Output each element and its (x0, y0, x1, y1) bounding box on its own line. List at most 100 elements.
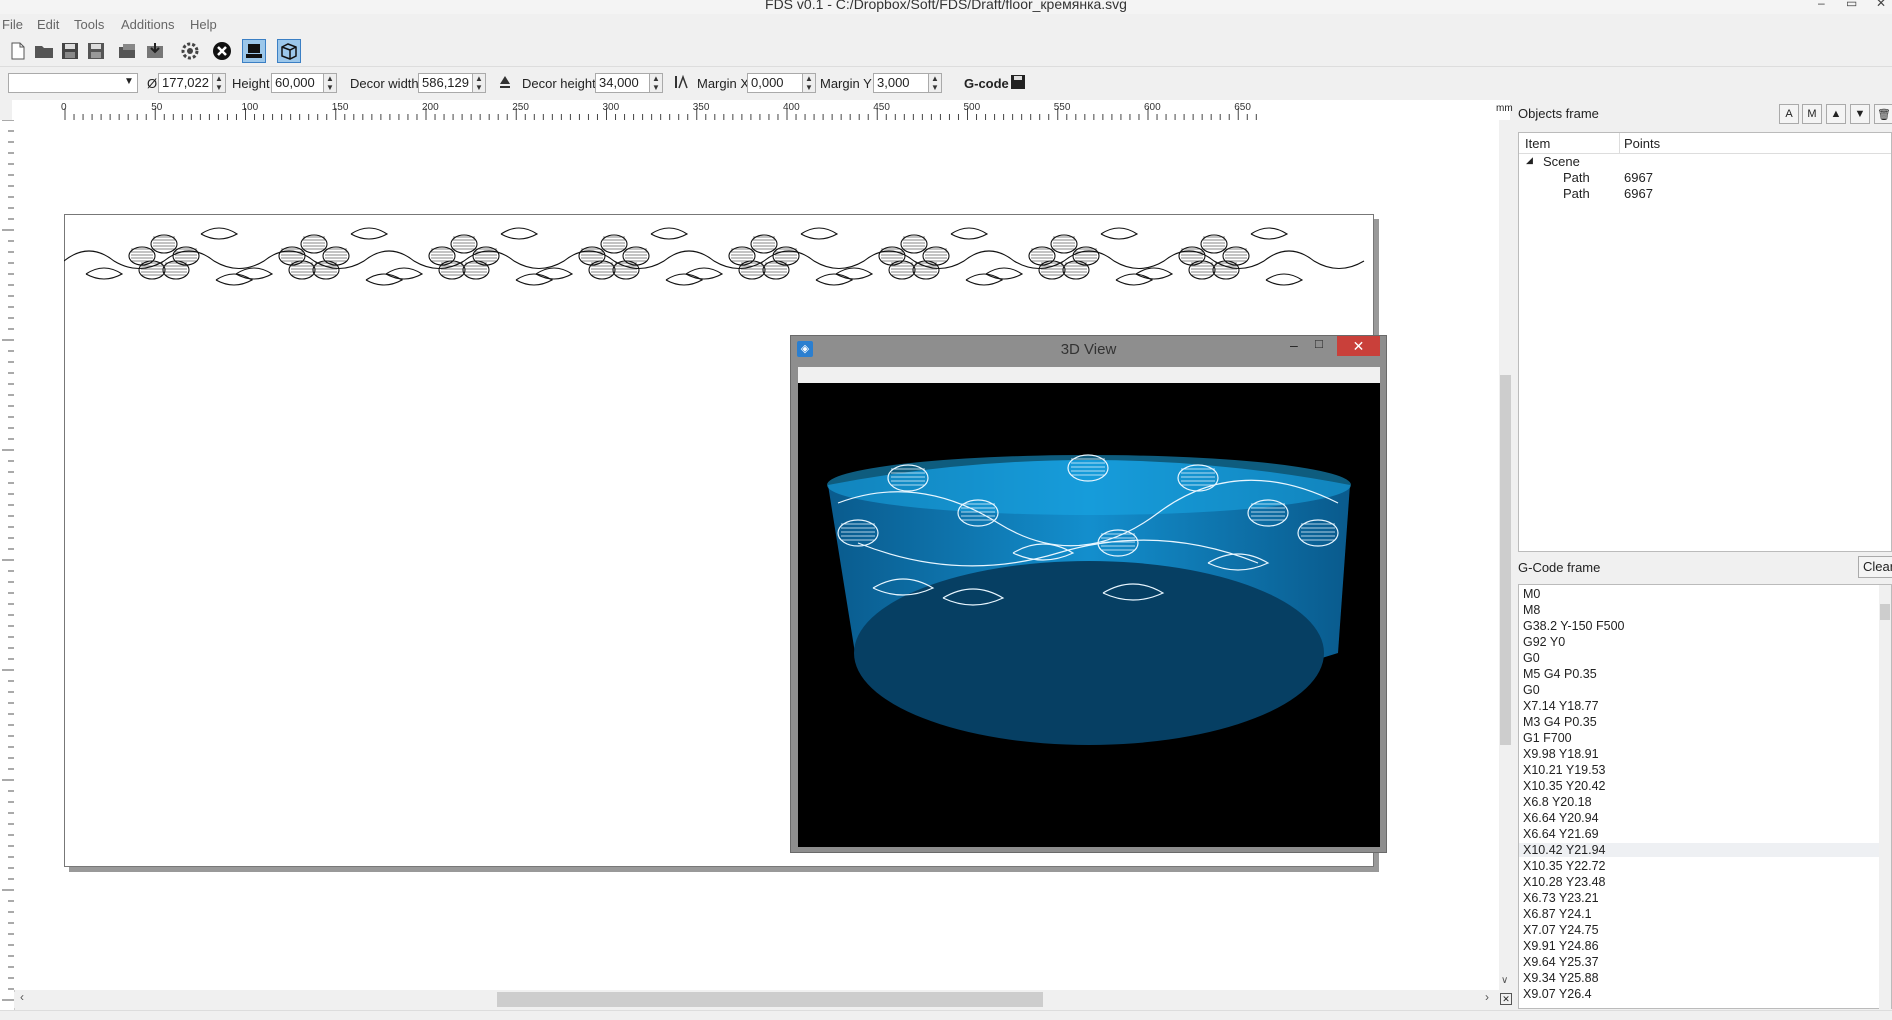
ruler-tick-label: 650 (1234, 102, 1251, 113)
margin-y-spinner[interactable]: ▲ ▼ (928, 73, 942, 93)
gcode-line[interactable]: X6.64 Y20.94 (1523, 811, 1599, 825)
stop-icon[interactable] (210, 39, 234, 63)
menu-additions[interactable]: Additions (121, 17, 174, 32)
gcode-button[interactable]: G-code (964, 76, 1009, 91)
gcode-line[interactable]: G0 (1523, 651, 1540, 665)
machine-view-icon[interactable] (242, 39, 266, 63)
menu-help[interactable]: Help (190, 17, 217, 32)
move-up-button[interactable]: ▲ (1826, 104, 1846, 124)
menu-edit[interactable]: Edit (37, 17, 59, 32)
gcode-line[interactable]: X6.73 Y23.21 (1523, 891, 1599, 905)
window-title: FDS v0.1 - C:/Dropbox/Soft/FDS/Draft/flo… (765, 0, 1127, 12)
ruler-tick-label: 500 (963, 102, 981, 113)
decor-ornament[interactable] (63, 216, 1372, 296)
decor-width-input[interactable]: 586,129 (418, 73, 473, 93)
decor-height-label: Decor height (522, 76, 596, 91)
ruler-tick-label: 550 (1053, 102, 1071, 113)
menu-tools[interactable]: Tools (74, 17, 104, 32)
gcode-line[interactable]: X9.91 Y24.86 (1523, 939, 1599, 953)
gcode-line[interactable]: X7.07 Y24.75 (1523, 923, 1599, 937)
new-file-icon[interactable] (6, 39, 30, 63)
height-spinner[interactable]: ▲ ▼ (323, 73, 337, 93)
3d-maximize-button[interactable]: □ (1315, 336, 1323, 351)
margin-x-spinner[interactable]: ▲ ▼ (802, 73, 816, 93)
column-divider (1619, 133, 1620, 153)
gcode-line[interactable]: X6.64 Y21.69 (1523, 827, 1599, 841)
gcode-line[interactable]: X10.35 Y22.72 (1523, 859, 1605, 873)
tree-scene[interactable]: Scene (1543, 154, 1580, 169)
gcode-line[interactable]: X6.8 Y20.18 (1523, 795, 1592, 809)
column-points[interactable]: Points (1624, 136, 1660, 151)
diameter-spinner[interactable]: ▲ ▼ (212, 73, 226, 93)
gcode-line[interactable]: X10.35 Y20.42 (1523, 779, 1605, 793)
open-folder-icon[interactable] (32, 39, 56, 63)
ruler-tick-label: 150 (331, 102, 349, 113)
ruler-tick-label: 100 (241, 102, 259, 113)
gcode-line[interactable]: X7.14 Y18.77 (1523, 699, 1599, 713)
decor-width-spinner[interactable]: ▲ ▼ (472, 73, 486, 93)
gcode-line[interactable]: M8 (1523, 603, 1540, 617)
move-down-button[interactable]: ▼ (1850, 104, 1870, 124)
gcode-scroll-thumb[interactable] (1880, 604, 1890, 620)
column-item[interactable]: Item (1525, 136, 1550, 151)
profile-select[interactable] (8, 73, 138, 93)
tree-path-1[interactable]: Path (1563, 170, 1590, 185)
gcode-list[interactable]: M0 M8 G38.2 Y-150 F500 G92 Y0 G0 M5 G4 P0.35 G… (1518, 584, 1892, 1009)
3d-close-button[interactable]: ✕ (1337, 336, 1380, 356)
gcode-scrollbar[interactable] (1879, 585, 1891, 1009)
clear-gcode-button[interactable]: Clear (1858, 556, 1892, 578)
gcode-line[interactable]: X9.64 Y25.37 (1523, 955, 1599, 969)
gcode-line[interactable]: X9.07 Y26.4 (1523, 987, 1592, 1001)
gcode-line[interactable]: X10.42 Y21.94 (1519, 843, 1883, 857)
export-icon[interactable] (116, 39, 140, 63)
maximize-button[interactable]: ▭ (1846, 0, 1857, 10)
save-as-icon[interactable] (84, 39, 108, 63)
gcode-line[interactable]: X9.98 Y18.91 (1523, 747, 1599, 761)
gcode-line[interactable]: X10.21 Y19.53 (1523, 763, 1605, 777)
import-icon[interactable] (144, 39, 168, 63)
horizontal-scroll-thumb[interactable] (497, 992, 1043, 1007)
3d-minimize-button[interactable]: – (1290, 337, 1298, 353)
objects-frame-title: Objects frame (1518, 106, 1599, 121)
gcode-line[interactable]: M0 (1523, 587, 1540, 601)
scroll-down-icon[interactable]: ∨ (1501, 975, 1508, 986)
diameter-input[interactable]: 177,022 (158, 73, 213, 93)
fit-view-icon[interactable]: ✕ (1500, 993, 1512, 1005)
margin-y-input[interactable]: 3,000 (873, 73, 929, 93)
tree-expand-icon[interactable]: ◢ (1526, 155, 1533, 166)
height-input[interactable]: 60,000 (271, 73, 324, 93)
scroll-right-icon[interactable]: › (1485, 990, 1489, 1004)
merge-object-button[interactable]: M (1802, 104, 1822, 124)
delete-object-button[interactable]: 🗑 (1874, 104, 1892, 124)
decor-height-spinner[interactable]: ▲ ▼ (649, 73, 663, 93)
margin-x-input[interactable]: 0,000 (747, 73, 803, 93)
save-gcode-icon[interactable] (1011, 75, 1025, 92)
gcode-line[interactable]: X9.34 Y25.88 (1523, 971, 1599, 985)
tree-path-2-points: 6967 (1624, 186, 1653, 201)
gcode-line[interactable]: M3 G4 P0.35 (1523, 715, 1597, 729)
gcode-line[interactable]: X10.28 Y23.48 (1523, 875, 1605, 889)
tree-header (1519, 133, 1891, 154)
gcode-line[interactable]: X6.87 Y24.1 (1523, 907, 1592, 921)
vertical-scroll-thumb[interactable] (1500, 375, 1511, 745)
chevron-down-icon[interactable]: ▼ (124, 76, 134, 87)
width-arrow-icon (498, 74, 512, 93)
gcode-line[interactable]: G38.2 Y-150 F500 (1523, 619, 1624, 633)
save-icon[interactable] (58, 39, 82, 63)
settings-gear-icon[interactable] (178, 39, 202, 63)
add-object-button[interactable]: A (1779, 104, 1799, 124)
menu-file[interactable]: File (2, 17, 23, 32)
diameter-label: Ø (147, 76, 158, 91)
decor-height-input[interactable]: 34,000 (595, 73, 650, 93)
minimize-button[interactable]: – (1818, 0, 1825, 10)
3d-view-icon[interactable] (277, 39, 301, 63)
scroll-left-icon[interactable]: ‹ (20, 990, 24, 1004)
gcode-line[interactable]: G0 (1523, 683, 1540, 697)
gcode-line[interactable]: M5 G4 P0.35 (1523, 667, 1597, 681)
height-label: Height (232, 76, 270, 91)
close-button[interactable]: ✕ (1876, 0, 1886, 10)
gcode-line[interactable]: G92 Y0 (1523, 635, 1565, 649)
gcode-line[interactable]: G1 F700 (1523, 731, 1572, 745)
tree-path-2[interactable]: Path (1563, 186, 1590, 201)
gcode-frame-title: G-Code frame (1518, 560, 1601, 575)
